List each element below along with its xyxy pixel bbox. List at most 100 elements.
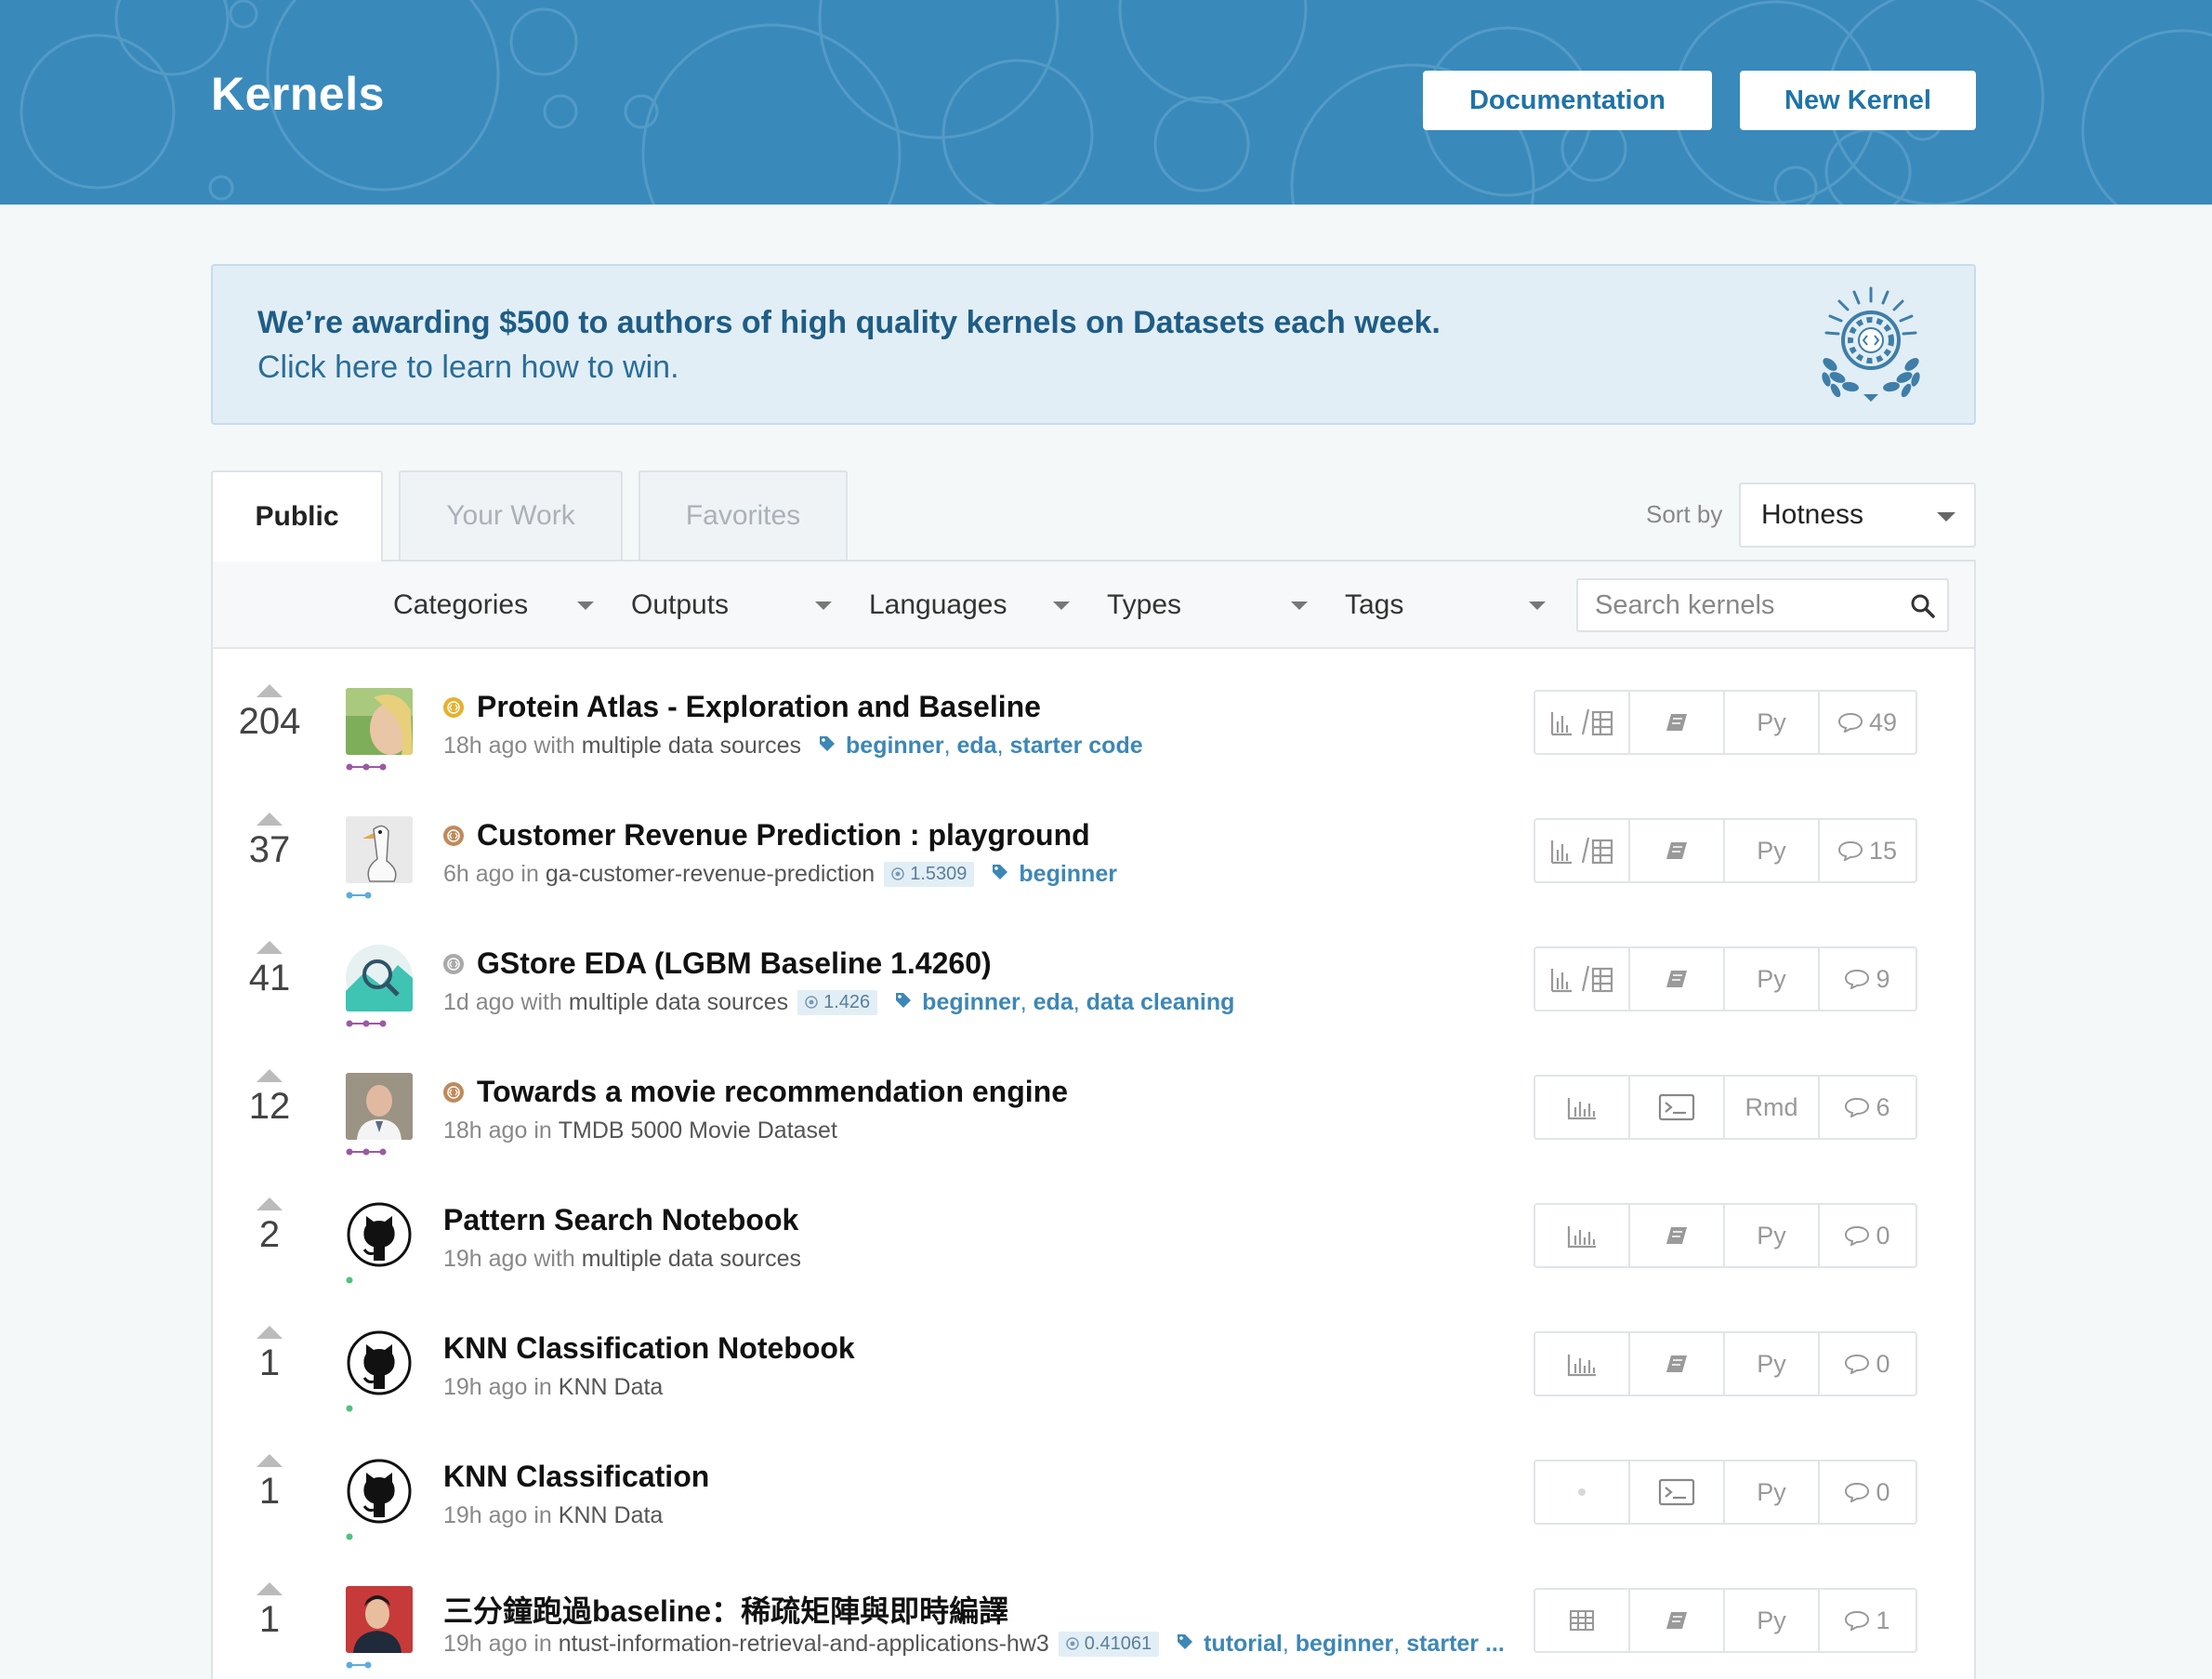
upvote-arrow-icon[interactable] <box>257 1197 283 1210</box>
upvote-arrow-icon[interactable] <box>257 1326 283 1339</box>
vote-widget[interactable]: 1 <box>230 1582 309 1641</box>
kernel-title-link[interactable]: Protein Atlas - Exploration and Baseline <box>477 690 1041 724</box>
upvote-arrow-icon[interactable] <box>257 684 283 697</box>
author-avatar[interactable] <box>346 816 413 883</box>
filter-categories[interactable]: Categories <box>393 582 594 628</box>
search-icon[interactable] <box>1910 593 1936 619</box>
vote-widget[interactable]: 37 <box>230 813 309 871</box>
upvote-arrow-icon[interactable] <box>257 1069 283 1082</box>
kernel-data-source-link[interactable]: ntust-information-retrieval-and-applicat… <box>559 1631 1049 1658</box>
vote-widget[interactable]: 2 <box>230 1197 309 1256</box>
comments-button[interactable]: 49 <box>1820 692 1915 753</box>
tag-link[interactable]: tutorial <box>1204 1631 1283 1658</box>
kernel-data-source-link[interactable]: multiple data sources <box>582 1246 801 1273</box>
tag-link[interactable]: beginner <box>1019 861 1117 888</box>
language-badge[interactable]: Py <box>1725 820 1820 881</box>
output-chart-icon[interactable] <box>1535 1333 1630 1395</box>
notebook-icon[interactable] <box>1630 1333 1725 1395</box>
comments-button[interactable]: 15 <box>1820 820 1915 881</box>
filter-languages[interactable]: Languages <box>869 582 1070 628</box>
vote-widget[interactable]: 1 <box>230 1454 309 1513</box>
filter-tags[interactable]: Tags <box>1345 582 1546 628</box>
vote-widget[interactable]: 41 <box>230 941 309 999</box>
upvote-arrow-icon[interactable] <box>257 1582 283 1595</box>
script-icon[interactable] <box>1630 1077 1725 1138</box>
notebook-icon[interactable] <box>1630 692 1725 753</box>
kernel-title-link[interactable]: 三分鐘跑過baseline：稀疏矩陣與即時編譯 <box>443 1588 1008 1631</box>
comments-button[interactable]: 0 <box>1820 1205 1915 1266</box>
upvote-arrow-icon[interactable] <box>257 1454 283 1467</box>
output-dot-icon[interactable] <box>1535 1461 1630 1523</box>
tag-link[interactable]: eda <box>1034 989 1073 1016</box>
tag-link[interactable]: beginner <box>922 989 1020 1016</box>
output-chart-icon[interactable] <box>1535 1205 1630 1266</box>
tag-link[interactable]: data cleaning <box>1086 989 1235 1016</box>
script-icon[interactable] <box>1630 1461 1725 1523</box>
kernel-title-link[interactable]: Pattern Search Notebook <box>443 1203 798 1237</box>
kernel-data-source-link[interactable]: multiple data sources <box>569 989 788 1016</box>
language-badge[interactable]: Py <box>1725 1333 1820 1395</box>
comments-button[interactable]: 6 <box>1820 1077 1915 1138</box>
kernel-data-source-link[interactable]: ga-customer-revenue-prediction <box>546 861 875 888</box>
tag-link[interactable]: starter code <box>1010 733 1143 760</box>
kernel-title-link[interactable]: Towards a movie recommendation engine <box>477 1075 1068 1109</box>
output-chart-table-icon[interactable] <box>1535 948 1630 1010</box>
notebook-icon[interactable] <box>1630 1205 1725 1266</box>
github-avatar-icon[interactable] <box>346 1329 413 1396</box>
tab-your-work[interactable]: Your Work <box>399 470 623 560</box>
tag-link[interactable]: eda <box>957 733 997 760</box>
sort-select[interactable]: Hotness <box>1739 483 1976 548</box>
filter-outputs[interactable]: Outputs <box>631 582 832 628</box>
language-badge[interactable]: Py <box>1725 1461 1820 1523</box>
kernel-data-source-link[interactable]: KNN Data <box>559 1502 664 1529</box>
notebook-icon[interactable] <box>1630 820 1725 881</box>
tag-link[interactable]: beginner <box>846 733 944 760</box>
search-input[interactable] <box>1578 580 1885 630</box>
language-badge[interactable]: Py <box>1725 692 1820 753</box>
author-tier-indicator <box>346 1144 387 1156</box>
kernel-data-source-link[interactable]: KNN Data <box>559 1374 664 1401</box>
github-avatar-icon[interactable] <box>346 1201 413 1268</box>
author-avatar[interactable] <box>346 1073 413 1140</box>
vote-widget[interactable]: 1 <box>230 1326 309 1384</box>
author-avatar[interactable] <box>346 1586 413 1653</box>
github-avatar-icon[interactable] <box>346 1458 413 1525</box>
output-chart-icon[interactable] <box>1535 1077 1630 1138</box>
comments-button[interactable]: 0 <box>1820 1333 1915 1395</box>
language-badge[interactable]: Rmd <box>1725 1077 1820 1138</box>
tab-public[interactable]: Public <box>211 470 383 562</box>
upvote-arrow-icon[interactable] <box>257 941 283 954</box>
notebook-icon[interactable] <box>1630 948 1725 1010</box>
kernel-title-link[interactable]: GStore EDA (LGBM Baseline 1.4260) <box>477 946 992 981</box>
documentation-button[interactable]: Documentation <box>1423 71 1712 130</box>
comments-button[interactable]: 9 <box>1820 948 1915 1010</box>
output-chart-table-icon[interactable] <box>1535 692 1630 753</box>
output-table-icon[interactable] <box>1535 1590 1630 1651</box>
tag-link[interactable]: beginner <box>1296 1631 1394 1658</box>
kernel-score-value: 1.5309 <box>910 864 968 884</box>
notebook-icon[interactable] <box>1630 1590 1725 1651</box>
language-badge[interactable]: Py <box>1725 1205 1820 1266</box>
comments-button[interactable]: 0 <box>1820 1461 1915 1523</box>
language-badge[interactable]: Py <box>1725 948 1820 1010</box>
tag-icon <box>894 989 913 1016</box>
author-avatar[interactable] <box>346 688 413 755</box>
kernel-data-source-link[interactable]: TMDB 5000 Movie Dataset <box>559 1117 837 1144</box>
filter-types[interactable]: Types <box>1107 582 1308 628</box>
vote-widget[interactable]: 12 <box>230 1069 309 1128</box>
output-chart-table-icon[interactable] <box>1535 820 1630 881</box>
kernel-data-source-link[interactable]: multiple data sources <box>582 733 801 760</box>
language-badge[interactable]: Py <box>1725 1590 1820 1651</box>
tag-link[interactable]: starter ... <box>1406 1631 1505 1658</box>
vote-widget[interactable]: 204 <box>230 684 309 743</box>
tab-favorites[interactable]: Favorites <box>639 470 848 560</box>
upvote-arrow-icon[interactable] <box>257 813 283 826</box>
author-avatar[interactable] <box>346 945 413 1011</box>
award-banner[interactable]: We’re awarding $500 to authors of high q… <box>211 264 1976 425</box>
comments-button[interactable]: 1 <box>1820 1590 1915 1651</box>
kernel-title-link[interactable]: Customer Revenue Prediction : playground <box>477 818 1090 853</box>
kernel-title-link[interactable]: KNN Classification <box>443 1460 709 1494</box>
kernel-title-link[interactable]: KNN Classification Notebook <box>443 1331 855 1366</box>
new-kernel-button[interactable]: New Kernel <box>1740 71 1976 130</box>
banner-link[interactable]: Click here to learn how to win. <box>257 350 679 386</box>
